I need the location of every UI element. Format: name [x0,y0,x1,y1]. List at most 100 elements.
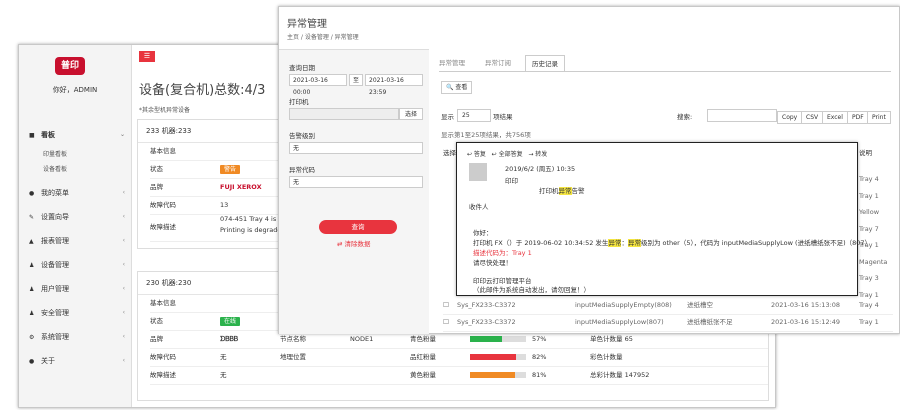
row-label: 故障描述 [150,371,176,379]
sidebar-item-label: 设备管理 [41,261,69,269]
tab-alarm-subscription[interactable]: 异常订阅 [485,55,511,71]
sidebar-item-system[interactable]: ⚙ 系统管理 ‹ [29,325,125,349]
printer-input[interactable] [289,108,399,120]
sidebar-item-users[interactable]: ♟ 用户管理 ‹ [29,277,125,301]
brand-logo-text: FUJI XEROX [220,183,262,191]
row-label: 状态 [150,317,163,325]
toner-bar [470,372,526,378]
cell: Tray 4 [859,175,879,183]
select-button[interactable]: 选择 [399,108,423,120]
cell: Tray 7 [859,224,879,233]
start-date-input[interactable]: 2021-03-16 00:00 [289,74,347,96]
brand-value: ᗤᏴᏴᏴ [220,335,239,343]
greeting: 你好，ADMIN [52,86,98,94]
toner-label: 黄色粉量 [410,371,436,379]
cell: Magenta [859,257,888,266]
brand-logo: 普印 [55,57,85,75]
export-csv-button[interactable]: CSV [801,111,824,124]
cell: Sys_FX233-C3372 [457,318,516,326]
row-label: 状态 [150,165,163,173]
date-separator: 至 [349,74,363,86]
sidebar-item-setup-wizard[interactable]: ✎ 设置向导 ‹ [29,205,125,229]
menu-icon: ● [29,190,35,197]
row-label: 品牌 [150,335,163,343]
code-label: 异常代码 [289,166,315,174]
error-description-2: Printing is degraded [220,226,286,234]
tab-alarm-management[interactable]: 异常管理 [439,55,465,71]
sidebar-item-label: 关于 [41,357,55,365]
email-actions: ↩ 答复 ↩ 全部答复 → 转发 [467,149,547,158]
sidebar-subitem-device-board[interactable]: 设备看板 [29,162,125,177]
table-row[interactable]: ☐ Sys_FX233-C3372 inputMediaSupplyLow(80… [443,314,893,332]
sidebar-item-label: 看板 [41,131,55,139]
avatar [469,163,487,181]
cell: inputMediaSupplyEmpty(808) [575,301,672,309]
tab-history[interactable]: 历史记录 [525,55,565,72]
cell: inputMediaSupplyLow(807) [575,318,664,326]
row-label: 基本信息 [150,299,176,307]
row-label: 故障代码 [150,201,176,209]
page-title: 设备(复合机)总数:4/3 [139,83,266,98]
sidebar-item-security[interactable]: ♟ 安全管理 ‹ [29,301,125,325]
toner-bar [470,336,526,342]
info-icon: ● [29,358,35,365]
end-date-input[interactable]: 2021-03-16 23:59 [365,74,423,96]
toner-percent: 82% [532,353,547,361]
body-line-action: 请尽快处理！ [473,259,512,267]
sidebar-item-devices[interactable]: ♟ 设备管理 ‹ [29,253,125,277]
cell: Tray 1 [859,318,879,326]
export-print-button[interactable]: Print [867,111,891,124]
reply-all-button[interactable]: ↩ 全部答复 [492,151,523,158]
chevron-left-icon: ‹ [122,285,125,292]
status-badge: 在线 [220,317,241,326]
result-info: 显示第1至25项结果，共756项 [441,131,531,139]
field-value: 无 [220,353,227,361]
level-select[interactable]: 无 [289,142,423,154]
code-select[interactable]: 无 [289,176,423,188]
reply-button[interactable]: ↩ 答复 [467,151,486,158]
col-select-header: 选择 [443,149,456,157]
toner-percent: 81% [532,371,547,379]
date-label: 查询日期 [289,64,315,72]
sidebar-item-dashboard[interactable]: ■ 看板 ⌄ [29,123,125,147]
cell: Sys_FX233-C3372 [457,301,516,309]
breadcrumb: 主页 / 设备管理 / 异常管理 [287,34,359,41]
sidebar-item-reports[interactable]: ▲ 报表管理 ‹ [29,229,125,253]
sidebar: 普印 你好，ADMIN ■ 看板 ⌄ 印量看板 设备看板 ● 我的菜单 ‹ ✎ 设置向导 ‹… [19,45,132,407]
sidebar-item-about[interactable]: ● 关于 ‹ [29,349,125,373]
cell: Tray 1 [859,191,879,200]
export-excel-button[interactable]: Excel [822,111,848,124]
chevron-down-icon: ⌄ [119,131,125,138]
clear-button[interactable]: ⇄ 清除数据 [337,238,371,248]
printer-label: 打印机 [289,98,309,106]
forward-button[interactable]: → 转发 [528,151,547,158]
device-icon: ♟ [29,262,35,269]
search-input[interactable] [707,109,777,122]
body-line: 打印机 FX（）于 2019-06-02 10:34:52 发生异常：异常级别为… [473,239,872,247]
page-size-select[interactable]: 25 [457,109,491,122]
greeting-line: 你好： [473,229,493,237]
search-label: 搜索: [677,113,693,121]
gear-icon: ⚙ [29,334,35,341]
toner-bar [470,354,526,360]
menu-toggle-button[interactable]: ☰ [139,51,155,62]
page-size-suffix: 项结果 [493,113,513,121]
field-value: 无 [220,371,227,379]
chevron-left-icon: ‹ [122,309,125,316]
col-desc-header: 说明 [859,149,872,157]
export-pdf-button[interactable]: PDF [847,111,869,124]
export-copy-button[interactable]: Copy [777,111,803,124]
row-label: 品牌 [150,183,163,191]
cell: Yellow [859,208,880,216]
dashboard-icon: ■ [29,132,35,139]
cell: Tray 3 [859,274,879,282]
window-title: 异常管理 [287,19,327,30]
table-row[interactable]: ☐ Sys_FX233-C3372 inputMediaSupplyEmpty(… [443,297,893,315]
query-button[interactable]: 查询 [319,220,397,234]
email-from: 印印 [505,177,518,185]
sidebar-item-my-menu[interactable]: ● 我的菜单 ‹ [29,181,125,205]
chevron-left-icon: ‹ [122,357,125,364]
sidebar-subitem-print-volume[interactable]: 印量看板 [29,147,125,162]
auto-notice: （此邮件为系统自动发出，请勿回复！） [473,286,590,294]
view-button[interactable]: 🔍 查看 [441,81,473,94]
